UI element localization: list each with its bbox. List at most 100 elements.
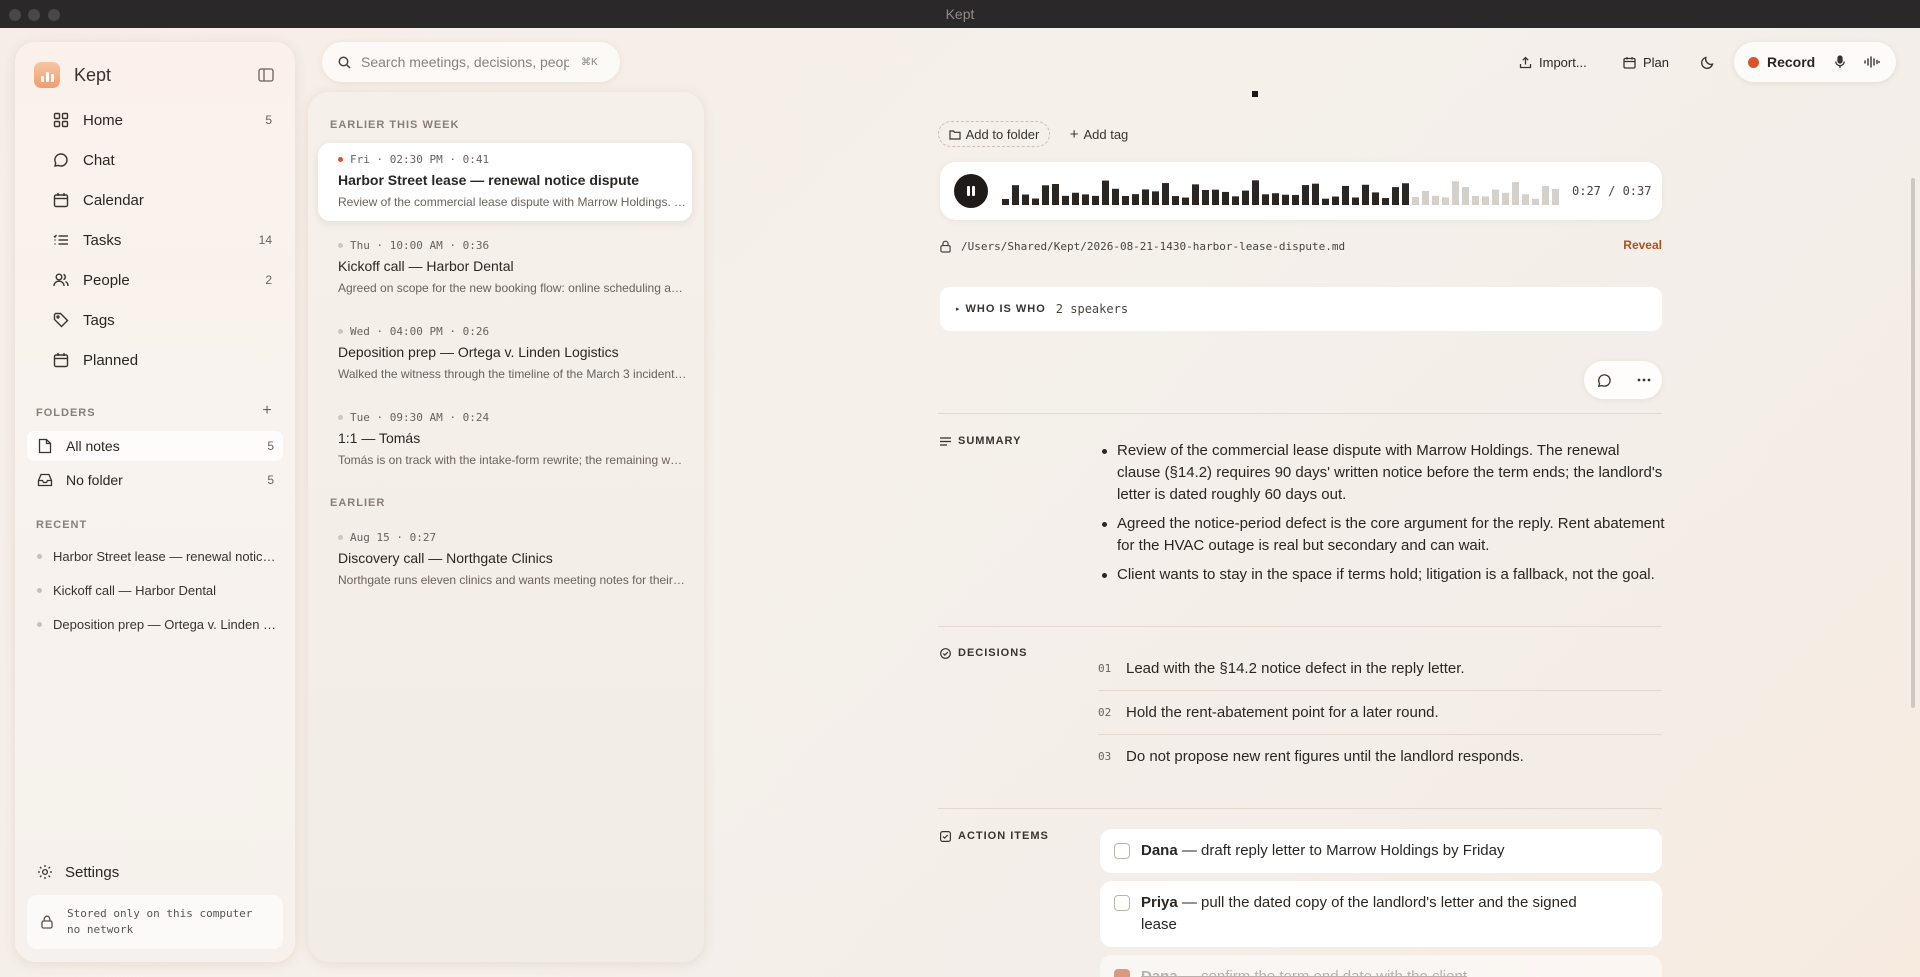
- meeting-item[interactable]: Fri · 02:30 PM · 0:41 Harbor Street leas…: [318, 143, 692, 221]
- who-is-who-toggle[interactable]: ▸ WHO IS WHO 2 speakers: [940, 287, 1662, 331]
- status-dot: [338, 535, 343, 540]
- action-checkbox[interactable]: [1114, 843, 1130, 859]
- add-tag-label: Add tag: [1083, 126, 1129, 142]
- meeting-snippet: Tomás is on track with the intake-form r…: [338, 453, 688, 467]
- decision-item: 02 Hold the rent-abatement point for a l…: [1098, 690, 1662, 734]
- speakers-count: 2 speakers: [1055, 302, 1129, 316]
- action-checkbox[interactable]: [1114, 969, 1130, 977]
- window-title: Kept: [945, 6, 975, 22]
- scrollbar[interactable]: [1911, 178, 1915, 708]
- plan-button[interactable]: Plan: [1623, 48, 1669, 76]
- waveform-icon: [1864, 56, 1880, 68]
- record-controls: Record: [1734, 42, 1896, 82]
- nav-tags[interactable]: Tags: [34, 302, 284, 338]
- add-to-folder-button[interactable]: Add to folder: [938, 121, 1050, 147]
- meeting-item[interactable]: Aug 15 · 0:27 Discovery call — Northgate…: [318, 521, 692, 599]
- waveform-bar: [1442, 197, 1449, 205]
- search-bar[interactable]: ⌘K: [322, 42, 620, 82]
- folder-count: 5: [267, 473, 274, 487]
- waveform-bar: [1232, 196, 1239, 205]
- audio-player: 0:27 / 0:37: [940, 162, 1662, 220]
- meeting-item[interactable]: Thu · 10:00 AM · 0:36 Kickoff call — Har…: [318, 229, 692, 307]
- action-checkbox[interactable]: [1114, 895, 1130, 911]
- import-button[interactable]: Import...: [1519, 48, 1587, 76]
- nav-people[interactable]: People 2: [34, 262, 284, 298]
- close-window-button[interactable]: [9, 9, 21, 21]
- nav-planned[interactable]: Planned: [34, 342, 284, 378]
- search-shortcut: ⌘K: [581, 56, 598, 68]
- summary-item: Client wants to stay in the space if ter…: [1100, 564, 1665, 586]
- meeting-list: EARLIER THIS WEEK Fri · 02:30 PM · 0:41 …: [308, 92, 704, 962]
- pause-button[interactable]: [954, 174, 988, 208]
- more-options-button[interactable]: [1634, 370, 1654, 390]
- folder-no-folder[interactable]: No folder 5: [27, 465, 283, 495]
- waveform-bar: [1042, 185, 1049, 205]
- meeting-title: Deposition prep — Ortega v. Linden Logis…: [338, 344, 619, 360]
- waveform-bar: [1072, 192, 1079, 205]
- folder-count: 5: [267, 439, 274, 453]
- dark-mode-toggle[interactable]: [1700, 48, 1715, 76]
- record-button[interactable]: Record: [1748, 52, 1815, 72]
- waveform-bar: [1432, 195, 1439, 205]
- add-folder-button[interactable]: +: [258, 402, 276, 420]
- meeting-duration: 0:26: [462, 325, 490, 338]
- decision-text: Lead with the §14.2 notice defect in the…: [1126, 659, 1465, 677]
- recent-item[interactable]: Kickoff call — Harbor Dental: [37, 579, 282, 601]
- inbox-icon: [37, 472, 53, 488]
- waveform-bar: [1152, 191, 1159, 205]
- waveform-bar: [1102, 180, 1109, 205]
- meeting-meta: Fri · 02:30 PM · 0:41: [338, 153, 489, 166]
- meeting-duration: 0:24: [462, 411, 490, 424]
- nav-count: 2: [265, 273, 272, 287]
- decision-text: Do not propose new rent figures until th…: [1126, 747, 1524, 765]
- meeting-item[interactable]: Wed · 04:00 PM · 0:26 Deposition prep — …: [318, 315, 692, 393]
- lines-icon: [940, 436, 951, 446]
- privacy-notice: Stored only on this computer no network: [27, 895, 283, 949]
- recent-item[interactable]: Harbor Street lease — renewal notice dis…: [37, 545, 282, 567]
- recent-item[interactable]: Deposition prep — Ortega v. Linden Logis…: [37, 613, 282, 635]
- meeting-item[interactable]: Tue · 09:30 AM · 0:24 1:1 — Tomás Tomás …: [318, 401, 692, 479]
- settings-button[interactable]: Settings: [37, 857, 119, 887]
- waveform-bar: [1022, 194, 1029, 205]
- recent-heading: RECENT: [36, 519, 88, 531]
- nav-label: Chat: [83, 151, 115, 169]
- nav-chat[interactable]: Chat: [34, 142, 284, 178]
- waveform-bar: [1212, 189, 1219, 205]
- summary-heading: SUMMARY: [940, 435, 1021, 447]
- microphone-button[interactable]: [1830, 52, 1850, 72]
- search-input[interactable]: [361, 54, 569, 70]
- section-title: SUMMARY: [958, 435, 1022, 447]
- action-items-heading: ACTION ITEMS: [940, 830, 1049, 842]
- minimize-window-button[interactable]: [28, 9, 40, 21]
- folder-all-notes[interactable]: All notes 5: [27, 431, 283, 461]
- document-icon: [37, 438, 53, 454]
- zoom-window-button[interactable]: [48, 9, 60, 21]
- meeting-title: Discovery call — Northgate Clinics: [338, 550, 553, 566]
- list-icon: [52, 231, 70, 249]
- toggle-sidebar-button[interactable]: [255, 65, 277, 85]
- waveform-bar: [1192, 184, 1199, 205]
- text-cursor: [1252, 91, 1258, 97]
- nav-home[interactable]: Home 5: [34, 102, 284, 138]
- audio-levels-button[interactable]: [1861, 52, 1883, 72]
- lock-icon: [41, 915, 53, 929]
- checkbox-icon: [940, 830, 951, 842]
- nav-calendar[interactable]: Calendar: [34, 182, 284, 218]
- action-text: — draft reply letter to Marrow Holdings …: [1177, 842, 1505, 859]
- nav-label: Tags: [83, 311, 115, 329]
- reveal-button[interactable]: Reveal: [1623, 238, 1662, 252]
- note-actions: [1584, 361, 1662, 399]
- bullet-dot: [37, 621, 42, 627]
- action-owner: Priya: [1141, 894, 1178, 911]
- comment-button[interactable]: [1594, 370, 1614, 390]
- decisions-heading: DECISIONS: [940, 647, 1028, 659]
- waveform-bar: [1472, 195, 1479, 205]
- add-tag-button[interactable]: + Add tag: [1066, 121, 1132, 147]
- nav-tasks[interactable]: Tasks 14: [34, 222, 284, 258]
- waveform-bar: [1502, 192, 1509, 205]
- summary-item: Review of the commercial lease dispute w…: [1100, 440, 1665, 506]
- divider: [938, 626, 1662, 627]
- upload-icon: [1519, 56, 1532, 69]
- plus-icon: +: [262, 402, 272, 419]
- audio-waveform[interactable]: [1002, 176, 1562, 206]
